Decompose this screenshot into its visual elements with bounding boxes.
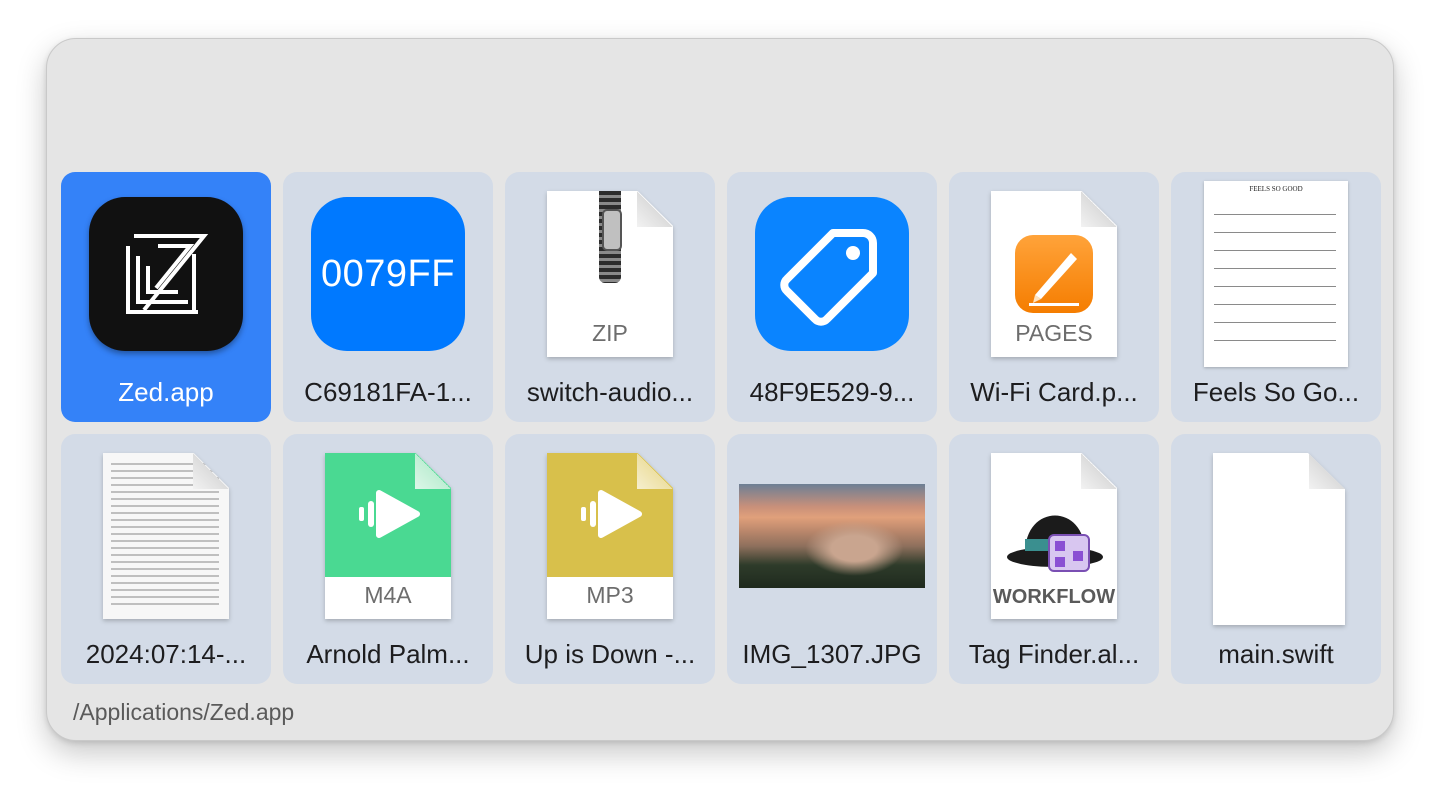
file-name: Tag Finder.al... [968, 639, 1140, 669]
file-type-text: M4A [364, 582, 412, 608]
file-path-label: /Applications/Zed.app [73, 699, 295, 725]
workflow-file-icon: WORKFLOW [949, 446, 1159, 626]
file-tile-color[interactable]: 0079FF C69181FA-1... [283, 172, 493, 422]
file-tile-swift[interactable]: main.swift [1171, 434, 1381, 684]
file-grid: Zed.app 0079FF C69181FA-1... ZIP switch-… [61, 172, 1381, 684]
file-tile-image[interactable]: IMG_1307.JPG [727, 434, 937, 684]
file-type-text: MP3 [586, 582, 634, 608]
pages-file-icon: PAGES [949, 184, 1159, 364]
file-name: Feels So Go... [1192, 377, 1360, 407]
file-tile-zed-app[interactable]: Zed.app [61, 172, 271, 422]
swift-file-icon [1171, 446, 1381, 626]
file-name: Arnold Palm... [306, 639, 470, 669]
file-name: 48F9E529-9... [749, 377, 915, 407]
file-tile-mp3[interactable]: MP3 Up is Down -... [505, 434, 715, 684]
m4a-file-icon: M4A [283, 446, 493, 626]
text-file-icon [61, 446, 271, 626]
color-hex-text: 0079FF [321, 252, 455, 295]
file-tile-zip[interactable]: ZIP switch-audio... [505, 172, 715, 422]
tag-icon [727, 184, 937, 364]
zip-file-icon: ZIP [505, 184, 715, 364]
file-tile-m4a[interactable]: M4A Arnold Palm... [283, 434, 493, 684]
file-tile-sheet-music[interactable]: FEELS SO GOOD Feels So Go... [1171, 172, 1381, 422]
file-tile-workflow[interactable]: WORKFLOW Tag Finder.al... [949, 434, 1159, 684]
file-tile-pages[interactable]: PAGES Wi-Fi Card.p... [949, 172, 1159, 422]
file-type-text: PAGES [1015, 320, 1093, 346]
sheet-music-thumbnail: FEELS SO GOOD [1171, 181, 1381, 367]
file-tile-tag[interactable]: 48F9E529-9... [727, 172, 937, 422]
file-name: C69181FA-1... [304, 377, 472, 407]
file-type-text: WORKFLOW [992, 586, 1116, 608]
file-name: Up is Down -... [524, 639, 696, 669]
quick-look-panel: Zed.app 0079FF C69181FA-1... ZIP switch-… [46, 38, 1394, 741]
file-tile-text[interactable]: 2024:07:14-... [61, 434, 271, 684]
sheet-title: FEELS SO GOOD [1249, 185, 1303, 193]
hat-icon [1007, 515, 1103, 572]
file-name: IMG_1307.JPG [742, 639, 922, 669]
zed-app-icon [61, 184, 271, 364]
file-type-text: ZIP [592, 320, 628, 346]
file-name: main.swift [1218, 639, 1334, 669]
image-thumbnail [727, 446, 937, 626]
file-name: switch-audio... [526, 377, 694, 407]
file-name: Wi-Fi Card.p... [970, 377, 1138, 407]
mp3-file-icon: MP3 [505, 446, 715, 626]
file-name: 2024:07:14-... [85, 639, 247, 669]
file-name: Zed.app [118, 377, 214, 407]
color-swatch-icon: 0079FF [283, 184, 493, 364]
